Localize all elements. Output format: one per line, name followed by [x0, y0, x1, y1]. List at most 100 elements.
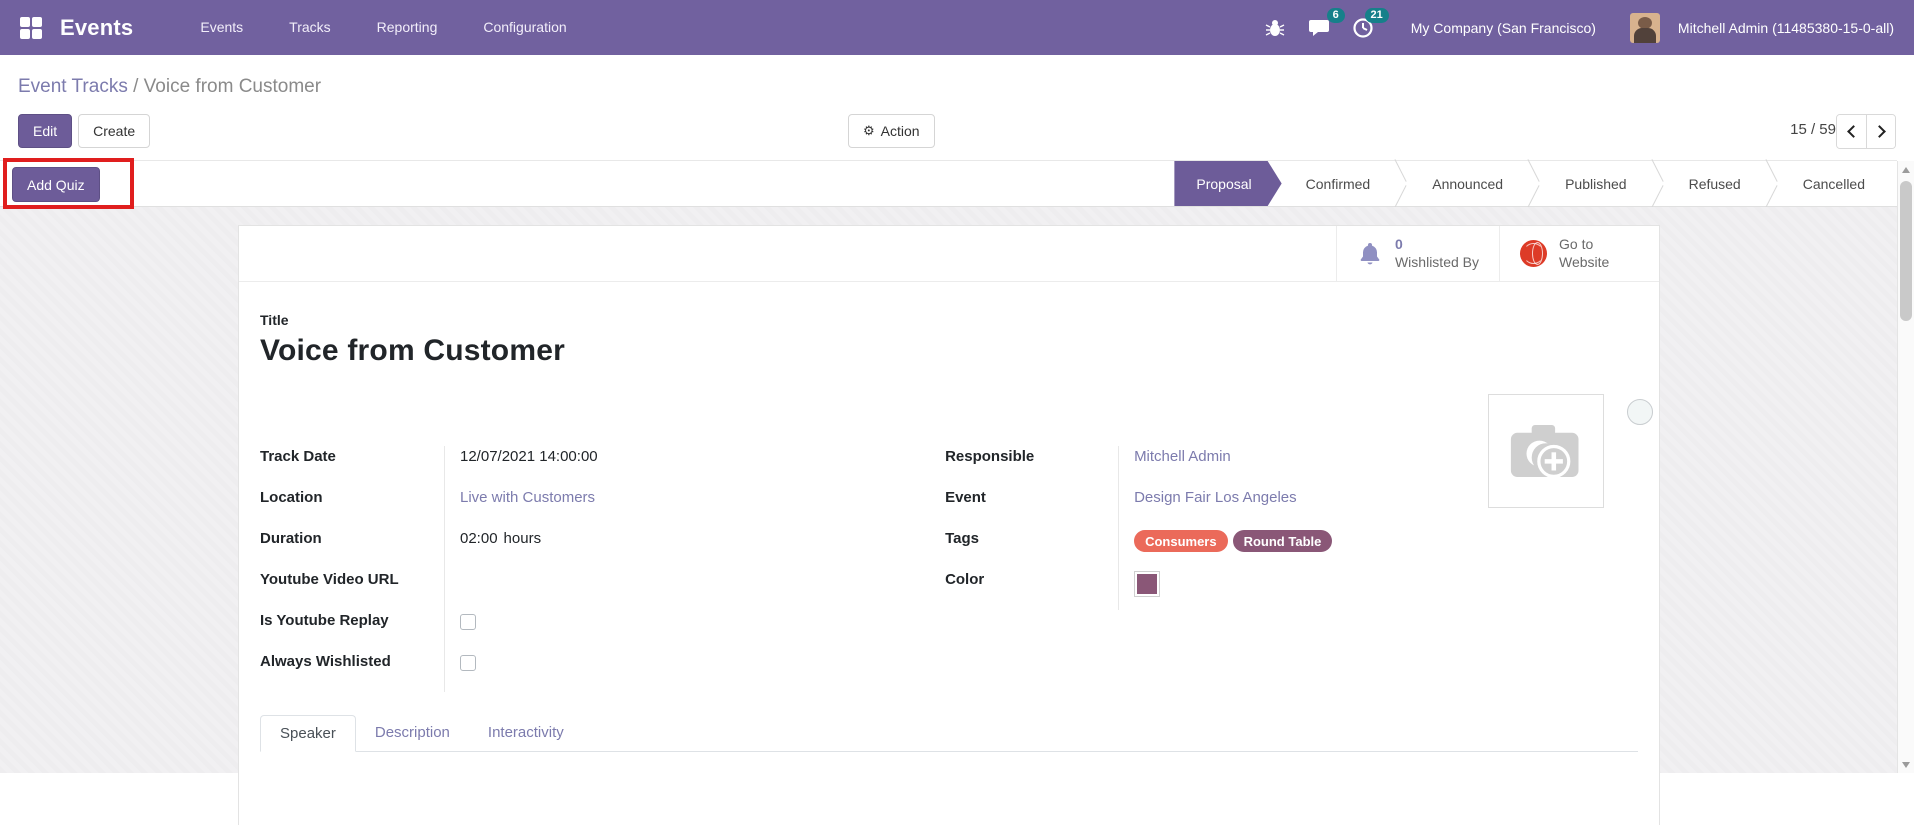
edit-button[interactable]: Edit — [18, 114, 73, 148]
company-switcher[interactable]: My Company (San Francisco) — [1411, 20, 1596, 36]
field-label-youtube-url: Youtube Video URL — [260, 571, 399, 588]
action-button[interactable]: ⚙ Action — [848, 114, 935, 148]
stat-button-row: 0 Wishlisted By Go to Website — [239, 226, 1659, 282]
status-refused[interactable]: Refused — [1665, 161, 1765, 206]
notebook-tabs: Speaker Description Interactivity — [260, 714, 1638, 752]
menu-configuration[interactable]: Configuration — [460, 0, 589, 55]
main-menu: Events Tracks Reporting Configuration — [177, 0, 589, 55]
camera-plus-icon — [1510, 425, 1579, 478]
globe-icon — [1520, 240, 1547, 267]
status-separator — [1527, 161, 1541, 206]
scrollbar-thumb[interactable] — [1900, 181, 1912, 321]
tag-row: Consumers Round Table — [1134, 530, 1638, 552]
user-avatar[interactable] — [1629, 12, 1660, 43]
field-label-duration: Duration — [260, 530, 322, 547]
status-published[interactable]: Published — [1541, 161, 1651, 206]
bell-icon — [1360, 242, 1380, 264]
triangle-down-icon — [1902, 761, 1910, 768]
website-label-line1: Go to — [1559, 236, 1594, 252]
go-to-website-button[interactable]: Go to Website — [1499, 226, 1659, 281]
activities-badge: 21 — [1364, 7, 1389, 23]
field-value-color — [1118, 569, 1638, 610]
sheet-body: Title Voice from Customer Track Date 12/… — [239, 312, 1659, 752]
tag-consumers: Consumers — [1134, 530, 1228, 552]
breadcrumb-separator: / — [133, 76, 139, 97]
field-label-track-date: Track Date — [260, 448, 336, 465]
status-confirmed[interactable]: Confirmed — [1282, 161, 1395, 206]
apps-grid-icon[interactable] — [20, 16, 42, 39]
pager-buttons — [1836, 114, 1896, 149]
color-swatch[interactable] — [1134, 571, 1161, 597]
left-field-group: Track Date 12/07/2021 14:00:00 Location … — [260, 446, 889, 692]
breadcrumb-current: Voice from Customer — [143, 76, 322, 97]
chevron-right-icon — [1872, 125, 1886, 138]
form-header: Add Quiz Proposal Confirmed Announced Pu… — [0, 158, 1897, 209]
chat-bubble-icon — [1308, 19, 1329, 36]
tab-speaker[interactable]: Speaker — [260, 715, 356, 752]
create-button[interactable]: Create — [78, 114, 151, 148]
field-value-tags: Consumers Round Table — [1118, 528, 1638, 569]
field-label-responsible: Responsible — [945, 448, 1035, 465]
menu-reporting[interactable]: Reporting — [354, 0, 461, 55]
tab-description[interactable]: Description — [356, 715, 469, 752]
duration-value: 02:00 — [460, 530, 498, 547]
user-menu[interactable]: Mitchell Admin (11485380-15-0-all) — [1678, 20, 1894, 36]
field-label-color: Color — [945, 571, 985, 588]
field-label-is-youtube-replay: Is Youtube Replay — [260, 612, 389, 629]
field-value-location[interactable]: Live with Customers — [444, 487, 889, 528]
messages-badge: 6 — [1326, 7, 1345, 23]
breadcrumb-event-tracks[interactable]: Event Tracks — [18, 76, 128, 97]
tab-interactivity[interactable]: Interactivity — [469, 715, 583, 752]
wishlisted-by-button[interactable]: 0 Wishlisted By — [1335, 226, 1499, 281]
field-label-location: Location — [260, 489, 323, 506]
record-buttons: Edit Create — [18, 114, 151, 148]
title-field-label: Title — [260, 312, 289, 328]
status-separator — [1765, 161, 1779, 206]
field-value-always-wishlisted — [444, 651, 889, 692]
image-upload-placeholder[interactable] — [1488, 394, 1604, 508]
control-panel: Event Tracks / Voice from Customer Edit … — [0, 55, 1914, 160]
action-label: Action — [880, 123, 920, 139]
duration-suffix: hours — [503, 530, 542, 547]
field-label-always-wishlisted: Always Wishlisted — [260, 653, 391, 670]
field-value-track-date: 12/07/2021 14:00:00 — [444, 446, 889, 487]
status-proposal[interactable]: Proposal — [1174, 161, 1281, 206]
menu-events[interactable]: Events — [177, 0, 266, 55]
form-sheet: 0 Wishlisted By Go to Website Title Voic… — [238, 225, 1660, 825]
pager-previous-button[interactable] — [1837, 115, 1866, 148]
always-wishlisted-checkbox[interactable] — [460, 655, 476, 671]
record-title: Voice from Customer — [260, 334, 565, 367]
gear-icon: ⚙ — [863, 123, 875, 138]
bug-icon — [1265, 19, 1285, 36]
add-quiz-button[interactable]: Add Quiz — [12, 167, 100, 202]
field-label-event: Event — [945, 489, 986, 506]
field-label-tags: Tags — [945, 530, 979, 547]
kanban-state-dot[interactable] — [1627, 399, 1653, 425]
scroll-down-arrow[interactable] — [1898, 756, 1914, 773]
wishlist-count: 0 — [1394, 236, 1403, 252]
menu-tracks[interactable]: Tracks — [266, 0, 353, 55]
pager-next-button[interactable] — [1866, 115, 1895, 148]
pager-counter: 15 / 59 — [1790, 121, 1836, 138]
triangle-up-icon — [1902, 166, 1910, 173]
activities-icon[interactable]: 21 — [1345, 7, 1389, 46]
systray: 6 21 My Company (San Francisco) Mitchell… — [1257, 7, 1900, 46]
tag-round-table: Round Table — [1232, 530, 1333, 552]
chevron-left-icon — [1847, 125, 1860, 138]
field-value-duration: 02:00 hours — [444, 528, 889, 569]
website-label-line2: Website — [1559, 253, 1610, 270]
breadcrumb: Event Tracks / Voice from Customer — [18, 76, 321, 98]
vertical-scrollbar[interactable] — [1897, 161, 1914, 773]
messages-icon[interactable]: 6 — [1301, 7, 1345, 46]
is-youtube-replay-checkbox[interactable] — [460, 614, 476, 630]
scroll-up-arrow[interactable] — [1898, 161, 1914, 178]
debug-bug-icon[interactable] — [1257, 10, 1293, 46]
app-brand[interactable]: Events — [60, 15, 133, 41]
field-value-is-youtube-replay — [444, 610, 889, 651]
status-cancelled[interactable]: Cancelled — [1779, 161, 1889, 206]
status-announced[interactable]: Announced — [1408, 161, 1527, 206]
wishlist-stat-text: 0 Wishlisted By — [1395, 236, 1479, 271]
website-stat-text: Go to Website — [1559, 236, 1609, 271]
status-bar: Proposal Confirmed Announced Published R… — [1174, 161, 1889, 206]
wishlist-label: Wishlisted By — [1394, 253, 1479, 270]
